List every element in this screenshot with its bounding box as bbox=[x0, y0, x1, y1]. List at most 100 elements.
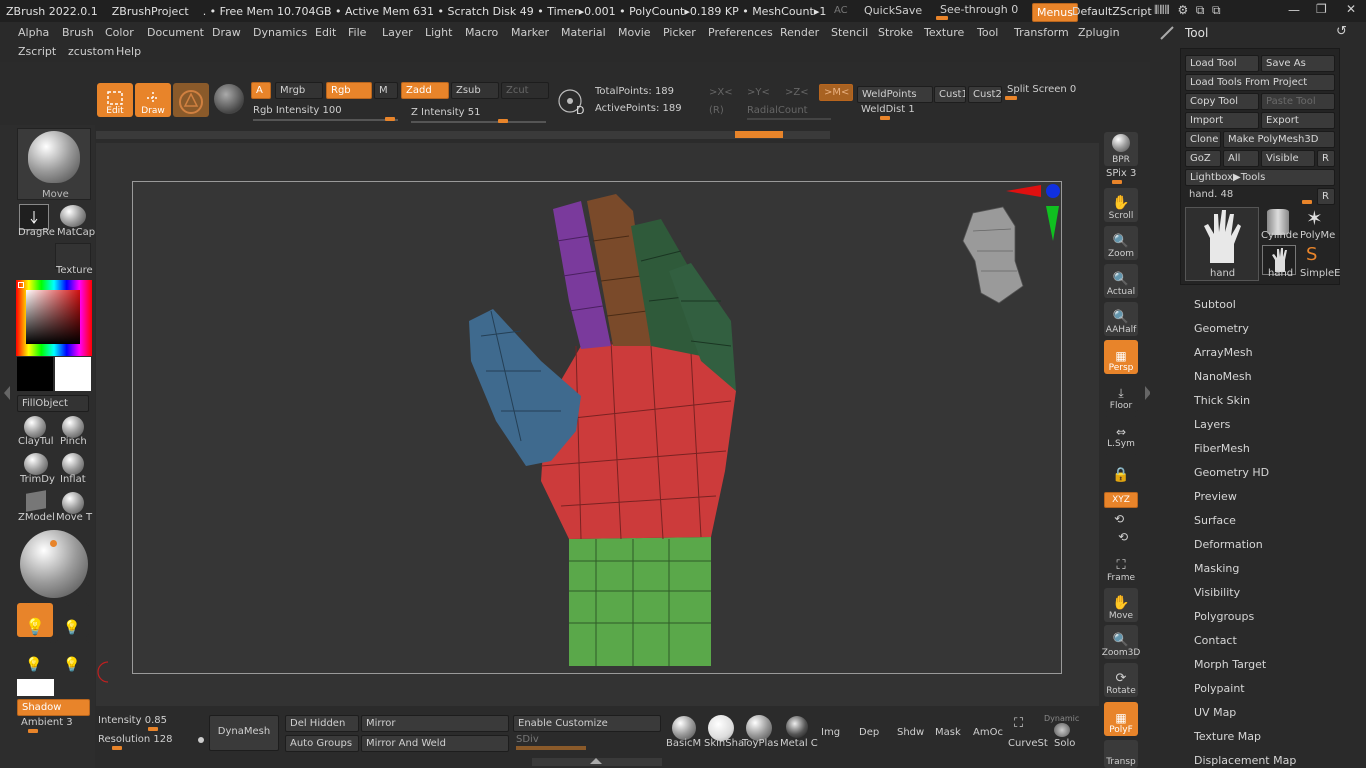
local-lock-icon[interactable]: 🔒 bbox=[1104, 454, 1138, 484]
expand-up-icon[interactable] bbox=[590, 758, 602, 764]
zoom-button[interactable]: 🔍 Zoom bbox=[1104, 226, 1138, 260]
sym-z-button[interactable]: >Z< bbox=[785, 87, 809, 98]
sym-y-button[interactable]: >Y< bbox=[747, 87, 770, 98]
weld-points-toggle[interactable]: WeldPoints bbox=[857, 86, 933, 103]
cust1-button[interactable]: Cust1 bbox=[934, 86, 966, 103]
persp-button[interactable]: ▦ Persp bbox=[1104, 340, 1138, 374]
light-bulb-3-icon[interactable]: 💡 bbox=[17, 640, 51, 674]
subpalette-polygroups[interactable]: Polygroups bbox=[1194, 610, 1254, 623]
zcut-button[interactable]: Zcut bbox=[501, 82, 549, 99]
menu-macro[interactable]: Macro bbox=[465, 26, 498, 39]
actual-button[interactable]: 🔍 Actual bbox=[1104, 264, 1138, 298]
lightbox-tools-button[interactable]: Lightbox▶Tools bbox=[1185, 169, 1335, 186]
menu-color[interactable]: Color bbox=[105, 26, 134, 39]
menu-stencil[interactable]: Stencil bbox=[831, 26, 868, 39]
subpalette-masking[interactable]: Masking bbox=[1194, 562, 1239, 575]
shadow-button[interactable]: Shadow bbox=[17, 699, 90, 716]
color-picker[interactable] bbox=[16, 280, 92, 356]
menu-render[interactable]: Render bbox=[780, 26, 819, 39]
mirror-button[interactable]: Mirror bbox=[361, 715, 509, 732]
zoom3d-button[interactable]: 🔍 Zoom3D bbox=[1102, 625, 1140, 659]
menu-file[interactable]: File bbox=[348, 26, 366, 39]
menu-draw[interactable]: Draw bbox=[212, 26, 241, 39]
light-position-icon[interactable] bbox=[50, 540, 57, 547]
cust2-button[interactable]: Cust2 bbox=[968, 86, 1002, 103]
frame-button[interactable]: ⛶ Frame bbox=[1104, 550, 1138, 584]
subpalette-nanomesh[interactable]: NanoMesh bbox=[1194, 370, 1252, 383]
move-view-button[interactable]: ✋ Move bbox=[1104, 588, 1138, 622]
subpalette-contact[interactable]: Contact bbox=[1194, 634, 1237, 647]
matcap-thumbnail[interactable] bbox=[60, 205, 86, 227]
m-button[interactable]: M bbox=[374, 82, 398, 99]
goz-visible-button[interactable]: Visible bbox=[1261, 150, 1315, 167]
menu-stroke[interactable]: Stroke bbox=[878, 26, 913, 39]
menu-edit[interactable]: Edit bbox=[315, 26, 336, 39]
mirror-and-weld-button[interactable]: Mirror And Weld bbox=[361, 735, 509, 752]
subpalette-thick-skin[interactable]: Thick Skin bbox=[1194, 394, 1250, 407]
layout-icons[interactable]: ⦀⦀⦀ ⚙ ⧉ ⧉ bbox=[1154, 3, 1221, 18]
goz-all-button[interactable]: All bbox=[1223, 150, 1259, 167]
movetopo-brush-icon[interactable] bbox=[62, 492, 84, 514]
menu-texture[interactable]: Texture bbox=[924, 26, 964, 39]
subpalette-deformation[interactable]: Deformation bbox=[1194, 538, 1263, 551]
dep-toggle[interactable]: Dep bbox=[859, 727, 879, 738]
subpalette-geometry-hd[interactable]: Geometry HD bbox=[1194, 466, 1269, 479]
curve-strap-icon[interactable]: ⛶ bbox=[1014, 716, 1023, 731]
minimize-icon[interactable]: — bbox=[1288, 3, 1300, 17]
zsub-button[interactable]: Zsub bbox=[451, 82, 499, 99]
shdw-toggle[interactable]: Shdw bbox=[897, 727, 924, 738]
load-tools-from-project-button[interactable]: Load Tools From Project bbox=[1185, 74, 1335, 91]
lsym-button[interactable]: ⇔ L.Sym bbox=[1104, 416, 1138, 450]
import-button[interactable]: Import bbox=[1185, 112, 1259, 129]
see-through-knob[interactable] bbox=[936, 16, 948, 20]
radial-count-slider[interactable]: RadialCount bbox=[747, 105, 808, 116]
menu-alpha[interactable]: Alpha bbox=[18, 26, 49, 39]
current-tool-slider[interactable]: hand. 48 bbox=[1189, 189, 1233, 200]
weld-dist-slider[interactable]: WeldDist 1 bbox=[861, 104, 915, 115]
floor-button[interactable]: ⤓ Floor bbox=[1104, 378, 1138, 412]
subpalette-subtool[interactable]: Subtool bbox=[1194, 298, 1236, 311]
menu-tool[interactable]: Tool bbox=[977, 26, 998, 39]
subpalette-preview[interactable]: Preview bbox=[1194, 490, 1237, 503]
split-screen-slider[interactable]: Split Screen 0 bbox=[1007, 84, 1076, 95]
paste-tool-button[interactable]: Paste Tool bbox=[1261, 93, 1335, 110]
timeline-bar[interactable] bbox=[96, 131, 830, 139]
metal-material-icon[interactable] bbox=[786, 716, 808, 738]
goz-button[interactable]: GoZ bbox=[1185, 150, 1221, 167]
subpalette-fibermesh[interactable]: FiberMesh bbox=[1194, 442, 1250, 455]
goz-r-button[interactable]: R bbox=[1317, 150, 1335, 167]
intensity-slider[interactable]: Intensity 0.85 bbox=[98, 715, 167, 726]
pinch-brush-icon[interactable] bbox=[62, 416, 84, 438]
subpalette-geometry[interactable]: Geometry bbox=[1194, 322, 1249, 335]
move-mode-button[interactable] bbox=[173, 83, 209, 117]
subpalette-texture-map[interactable]: Texture Map bbox=[1194, 730, 1261, 743]
subpalette-arraymesh[interactable]: ArrayMesh bbox=[1194, 346, 1253, 359]
tool-r-button[interactable]: R bbox=[1317, 188, 1335, 205]
scroll-button[interactable]: ✋ Scroll bbox=[1104, 188, 1138, 222]
subpalette-polypaint[interactable]: Polypaint bbox=[1194, 682, 1245, 695]
resolution-slider[interactable]: Resolution 128 bbox=[98, 734, 173, 745]
img-toggle[interactable]: Img bbox=[821, 727, 840, 738]
mask-toggle[interactable]: Mask bbox=[935, 727, 961, 738]
timeline-marker[interactable] bbox=[735, 131, 783, 138]
tool-refresh-icon[interactable]: ↺ bbox=[1336, 24, 1347, 39]
close-icon[interactable]: ✕ bbox=[1346, 2, 1356, 16]
bpr-button[interactable]: BPR bbox=[1104, 132, 1138, 166]
edit-button[interactable]: Edit bbox=[97, 83, 133, 117]
simplebrush-tool-icon[interactable]: S bbox=[1306, 244, 1317, 265]
rgb-intensity-knob[interactable] bbox=[385, 117, 395, 121]
clone-button[interactable]: Clone bbox=[1185, 131, 1221, 148]
menu-material[interactable]: Material bbox=[561, 26, 606, 39]
collapse-left-icon[interactable] bbox=[4, 386, 10, 400]
light-bulb-4-icon[interactable]: 💡 bbox=[55, 640, 89, 674]
menu-light[interactable]: Light bbox=[425, 26, 452, 39]
subpalette-visibility[interactable]: Visibility bbox=[1194, 586, 1240, 599]
sym-x-button[interactable]: >X< bbox=[709, 87, 733, 98]
light-color-swatch[interactable] bbox=[17, 679, 54, 696]
sym-m-button[interactable]: >M< bbox=[819, 84, 853, 101]
claytubes-brush-icon[interactable] bbox=[24, 416, 46, 438]
draw-button[interactable]: Draw bbox=[135, 83, 171, 117]
subpalette-displacement-map[interactable]: Displacement Map bbox=[1194, 754, 1296, 767]
secondary-color-swatch[interactable] bbox=[17, 357, 53, 391]
copy-tool-button[interactable]: Copy Tool bbox=[1185, 93, 1259, 110]
